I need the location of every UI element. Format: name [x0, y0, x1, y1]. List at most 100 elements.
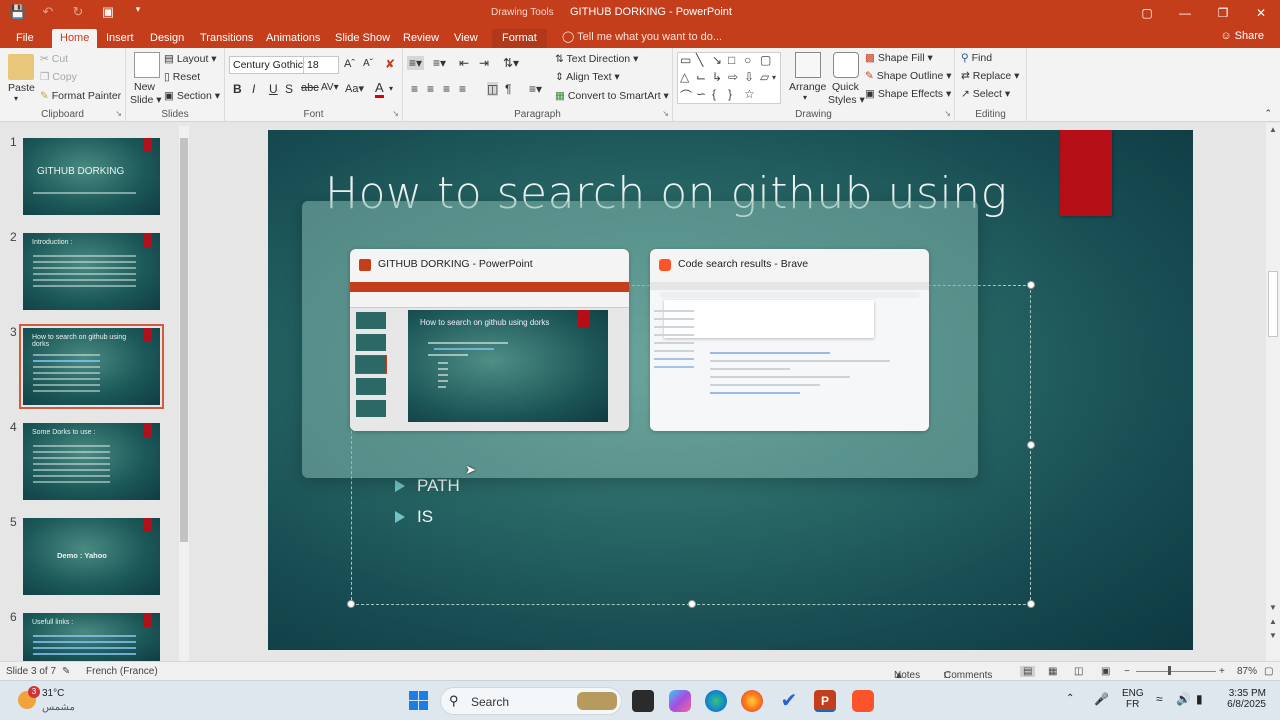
shape-effects-button[interactable]: ▣ Shape Effects ▾ — [865, 88, 951, 100]
zoom-level[interactable]: 87% — [1237, 666, 1257, 677]
task-view-icon[interactable] — [632, 690, 654, 712]
arrow-line-shape-icon[interactable]: ↘ — [712, 53, 722, 67]
tab-transitions[interactable]: Transitions — [200, 29, 253, 48]
share-button[interactable]: ☺ Share — [1220, 30, 1264, 42]
decrease-font-icon[interactable]: Aˇ — [363, 58, 373, 69]
tab-slide-show[interactable]: Slide Show — [335, 29, 390, 48]
redo-icon[interactable]: ↻ — [68, 4, 88, 20]
select-button[interactable]: ↗ Select ▾ — [961, 88, 1010, 100]
previous-slide-icon[interactable]: ▲ — [1269, 617, 1277, 626]
find-button[interactable]: ⚲ Find — [961, 52, 992, 64]
spell-check-icon[interactable]: ✎ — [62, 666, 70, 677]
tab-animations[interactable]: Animations — [266, 29, 320, 48]
resize-handle[interactable] — [347, 600, 355, 608]
customize-qat-icon[interactable]: ▾ — [128, 4, 148, 20]
tab-review[interactable]: Review — [403, 29, 439, 48]
align-text-button[interactable]: ⇕ Align Text ▾ — [555, 71, 620, 83]
collapse-ribbon-icon[interactable]: ⌃ — [1264, 108, 1272, 119]
text-columns-icon[interactable]: ≡▾ — [529, 82, 542, 96]
rounded-rect-shape-icon[interactable]: ▢ — [760, 53, 771, 67]
elbow-connector-icon[interactable]: ⌙ — [696, 70, 706, 84]
wifi-icon[interactable]: ≈ — [1156, 692, 1163, 706]
save-icon[interactable]: 💾 — [8, 4, 28, 20]
copy-button[interactable]: ❐ Copy — [40, 71, 77, 83]
font-name-dropdown[interactable]: Century Gothic — [229, 56, 305, 74]
slide-scroll-thumb[interactable] — [1268, 271, 1278, 337]
copilot-icon[interactable] — [669, 690, 691, 712]
microphone-icon[interactable]: 🎤 — [1094, 692, 1109, 706]
down-arrow-shape-icon[interactable]: ⇩ — [744, 70, 754, 84]
tab-format[interactable]: Format — [492, 29, 547, 48]
shapes-more-icon[interactable]: ▾ — [772, 73, 776, 82]
next-slide-icon[interactable]: ▼ — [1269, 631, 1277, 640]
undo-icon[interactable]: ↶ — [38, 4, 58, 20]
shape-fill-button[interactable]: ▩ Shape Fill ▾ — [865, 52, 933, 64]
resize-handle[interactable] — [1027, 441, 1035, 449]
quick-styles-button-line2[interactable]: Styles ▾ — [828, 94, 865, 106]
arrange-dropdown-icon[interactable]: ▾ — [803, 93, 807, 102]
arrange-icon[interactable] — [795, 52, 821, 78]
language-indicator[interactable]: ENG FR — [1122, 688, 1144, 710]
oval-shape-icon[interactable]: ○ — [744, 53, 751, 67]
right-arrow-shape-icon[interactable]: ⇨ — [728, 70, 738, 84]
resize-handle[interactable] — [1027, 281, 1035, 289]
line-spacing-icon[interactable]: ⇅▾ — [503, 56, 519, 70]
slide-thumbnail-5[interactable]: Demo : Yahoo — [23, 518, 160, 595]
close-button[interactable]: ✕ — [1242, 0, 1280, 26]
scribble-shape-icon[interactable]: ∽ — [696, 87, 706, 101]
character-spacing-icon[interactable]: AV▾ — [321, 82, 339, 93]
paste-icon[interactable] — [8, 54, 34, 80]
language-status[interactable]: French (France) — [86, 666, 158, 677]
text-direction-button[interactable]: ⇅ Text Direction ▾ — [555, 53, 638, 65]
brave-taskbar-icon[interactable] — [852, 690, 874, 712]
rectangle-shape-icon[interactable]: □ — [728, 53, 735, 67]
right-brace-shape-icon[interactable]: } — [728, 87, 732, 101]
justify-icon[interactable]: ≡ — [459, 82, 466, 96]
section-button[interactable]: ▣ Section ▾ — [164, 90, 220, 102]
shapes-gallery[interactable]: ▭ ╲ ↘ □ ○ ▢ △ ⌙ ↳ ⇨ ⇩ ▱ ⌒ ∽ { } ☆ ▾ — [677, 52, 781, 104]
curve-shape-icon[interactable]: ⌒ — [680, 87, 692, 104]
slide-thumbnail-2[interactable]: Introduction : — [23, 233, 160, 310]
slide-thumbnail-3[interactable]: How to search on github using dorks — [19, 324, 164, 409]
resize-handle[interactable] — [688, 600, 696, 608]
slideshow-view-icon[interactable]: ▣ — [1101, 666, 1110, 677]
elbow-arrow-icon[interactable]: ↳ — [712, 70, 722, 84]
change-case-icon[interactable]: Aa▾ — [345, 82, 364, 95]
paste-button[interactable]: Paste — [8, 82, 35, 94]
window-card-brave[interactable]: Code search results - Brave — [650, 249, 929, 431]
numbering-icon[interactable]: ≡▾ — [433, 56, 446, 70]
paste-dropdown-icon[interactable]: ▾ — [14, 94, 18, 103]
ribbon-display-options-icon[interactable]: ▢ — [1128, 0, 1166, 26]
drawing-launcher-icon[interactable]: ↘ — [944, 109, 951, 118]
present-icon[interactable]: ▣ — [98, 4, 118, 20]
replace-button[interactable]: ⇄ Replace ▾ — [961, 70, 1019, 82]
line-shape-icon[interactable]: ╲ — [696, 53, 703, 67]
convert-smartart-button[interactable]: ▦ Convert to SmartArt ▾ — [555, 90, 669, 102]
decrease-indent-icon[interactable]: ⇤ — [459, 56, 469, 70]
shape-outline-button[interactable]: ✎ Shape Outline ▾ — [865, 70, 952, 82]
columns-icon[interactable]: ◫ — [487, 82, 499, 96]
align-right-icon[interactable]: ≡ — [443, 82, 450, 96]
tab-design[interactable]: Design — [150, 29, 184, 48]
align-center-icon[interactable]: ≡ — [427, 82, 434, 96]
show-hidden-icons-icon[interactable]: ⌃ — [1066, 693, 1074, 704]
left-brace-shape-icon[interactable]: { — [712, 87, 716, 101]
normal-view-icon[interactable]: ▤ — [1020, 666, 1036, 677]
tab-view[interactable]: View — [454, 29, 478, 48]
rtl-icon[interactable]: ¶ — [505, 82, 511, 96]
freeform-shape-icon[interactable]: ▱ — [760, 70, 769, 84]
slide-scrollbar[interactable]: ▲ ▼ ▲ ▼ — [1266, 123, 1280, 661]
tab-home[interactable]: Home — [52, 29, 98, 48]
shadow-icon[interactable]: S — [285, 82, 293, 96]
triangle-shape-icon[interactable]: △ — [680, 70, 689, 84]
clipboard-launcher-icon[interactable]: ↘ — [115, 109, 122, 118]
textbox-shape-icon[interactable]: ▭ — [680, 53, 691, 67]
layout-button[interactable]: ▤ Layout ▾ — [164, 53, 217, 65]
quick-styles-button[interactable]: Quick — [832, 81, 859, 93]
align-left-icon[interactable]: ≡ — [411, 82, 418, 96]
star-shape-icon[interactable]: ☆ — [744, 87, 755, 101]
thumbnail-scrollbar[interactable] — [179, 126, 189, 662]
bullet-item[interactable]: PATH — [395, 476, 460, 496]
clear-formatting-icon[interactable]: ✘ — [385, 57, 395, 71]
taskbar-search[interactable]: ⚲ Search — [440, 687, 622, 715]
